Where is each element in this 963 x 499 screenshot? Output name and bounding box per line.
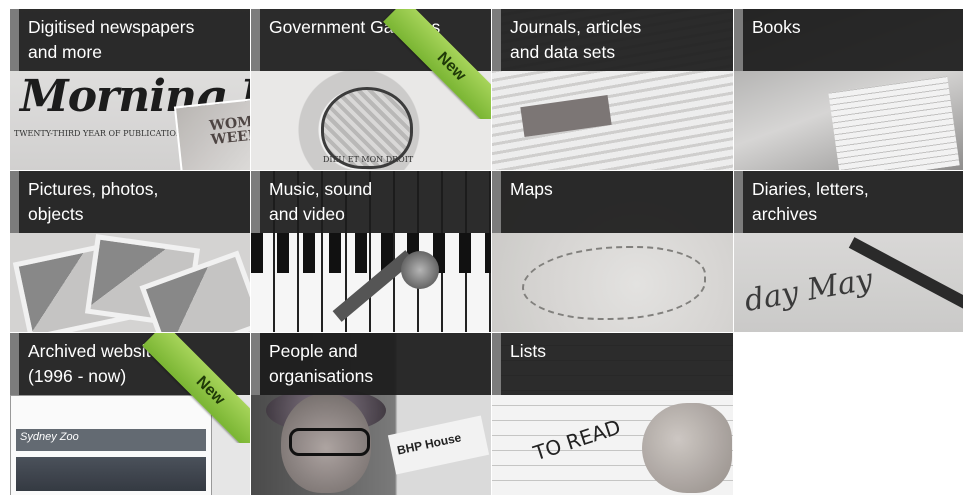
newspaper-subtitle: TWENTY-THIRD YEAR OF PUBLICATION [14, 129, 183, 138]
tile-label: Journals, articles and data sets [492, 9, 733, 71]
website-logo: Sydney Zoo [20, 431, 79, 443]
writing-hand [642, 403, 732, 493]
tile-label: Archived websites (1996 - now) [10, 333, 250, 395]
tile-label: Books [734, 9, 963, 71]
crest-motto: DIEU ET MON DROIT [323, 155, 414, 164]
tile-books[interactable]: Books [734, 9, 963, 170]
tile-label: Lists [492, 333, 733, 395]
to-read-note: TO READ [530, 414, 624, 466]
tile-label: Digitised newspapers and more [10, 9, 250, 71]
glasses-icon [289, 428, 370, 456]
tile-music[interactable]: Music, sound and video [251, 171, 491, 332]
map-coastline [522, 246, 706, 320]
tile-newspapers[interactable]: Morning Herald. TWENTY-THIRD YEAR OF PUB… [10, 9, 250, 170]
open-book-page [828, 76, 960, 170]
website-content [16, 457, 206, 491]
tile-label: Pictures, photos, objects [10, 171, 250, 233]
building-sign: BHP House [387, 415, 490, 475]
tile-label: Music, sound and video [251, 171, 491, 233]
tile-archived-websites[interactable]: Sydney Zoo Archived websites (1996 - now… [10, 333, 250, 495]
tile-label: Diaries, letters, archives [734, 171, 963, 233]
tile-journals[interactable]: Journals, articles and data sets [492, 9, 733, 170]
tile-label: Government Gazettes [251, 9, 491, 71]
tile-maps[interactable]: Maps [492, 171, 733, 332]
microphone-icon [401, 251, 439, 289]
tile-lists[interactable]: TO READ Lists [492, 333, 733, 495]
tile-label: Maps [492, 171, 733, 233]
tile-people[interactable]: BHP House People and organisations [251, 333, 491, 495]
tile-government-gazettes[interactable]: DIEU ET MON DROIT Government Gazettes Ne… [251, 9, 491, 170]
tile-pictures[interactable]: Pictures, photos, objects [10, 171, 250, 332]
piano-keys [251, 233, 491, 273]
tile-diaries[interactable]: day May Diaries, letters, archives [734, 171, 963, 332]
tile-label: People and organisations [251, 333, 491, 395]
handwritten-script: day May [741, 262, 876, 319]
bookmark-tag [520, 95, 612, 137]
category-grid: Morning Herald. TWENTY-THIRD YEAR OF PUB… [10, 9, 963, 495]
